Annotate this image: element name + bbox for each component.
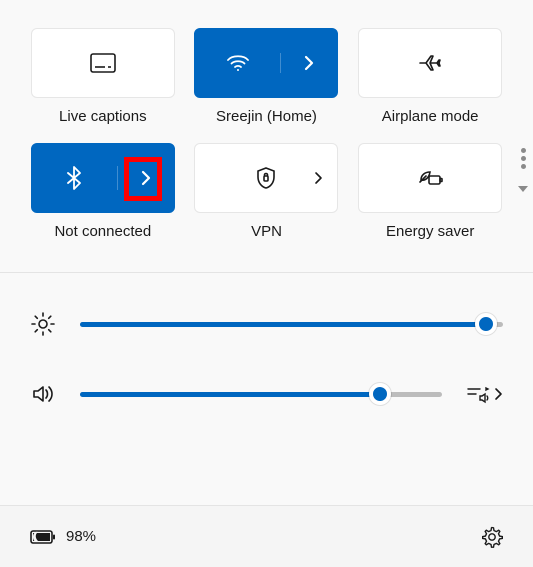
battery-percent: 98% <box>66 528 96 545</box>
audio-output-icon[interactable] <box>466 384 490 404</box>
brightness-row <box>30 311 503 337</box>
bluetooth-icon <box>66 166 82 190</box>
tile-wrap-bluetooth: Not connected <box>30 143 176 240</box>
wifi-icon <box>226 53 250 73</box>
energy-saver-tile[interactable] <box>358 143 502 213</box>
bluetooth-tile-toggle[interactable] <box>32 166 118 190</box>
brightness-fill <box>80 322 486 327</box>
wifi-tile-toggle[interactable] <box>195 53 281 73</box>
volume-slider[interactable] <box>80 392 442 397</box>
battery-icon <box>30 529 56 545</box>
sliders-section <box>30 273 503 439</box>
bluetooth-tile[interactable] <box>31 143 175 213</box>
wifi-label: Sreejin (Home) <box>216 108 317 125</box>
settings-button[interactable] <box>481 526 503 548</box>
bluetooth-expand-button[interactable] <box>118 169 174 187</box>
vpn-tile[interactable] <box>194 143 338 213</box>
bottom-bar: 98% <box>0 505 533 567</box>
chevron-right-icon[interactable] <box>494 387 503 401</box>
brightness-icon <box>30 311 56 337</box>
bluetooth-label: Not connected <box>54 223 151 240</box>
live-captions-label: Live captions <box>59 108 147 125</box>
wifi-tile[interactable] <box>194 28 338 98</box>
volume-extras <box>466 384 503 404</box>
vpn-label: VPN <box>251 223 282 240</box>
volume-thumb[interactable] <box>369 383 391 405</box>
battery-status[interactable]: 98% <box>30 528 96 545</box>
tile-wrap-live-captions: Live captions <box>30 28 176 125</box>
brightness-thumb[interactable] <box>475 313 497 335</box>
airplane-tile[interactable] <box>358 28 502 98</box>
edge-indicator <box>517 148 529 198</box>
tile-wrap-wifi: Sreejin (Home) <box>194 28 340 125</box>
tile-wrap-vpn: VPN <box>194 143 340 240</box>
speaker-icon <box>31 383 55 405</box>
airplane-icon <box>418 52 442 74</box>
airplane-label: Airplane mode <box>382 108 479 125</box>
energy-label: Energy saver <box>386 223 474 240</box>
chevron-right-icon <box>140 169 152 187</box>
wifi-expand-button[interactable] <box>281 54 337 72</box>
captions-icon <box>90 53 116 73</box>
volume-fill <box>80 392 380 397</box>
brightness-slider[interactable] <box>80 322 503 327</box>
chevron-down-icon[interactable] <box>517 180 529 198</box>
chevron-right-icon[interactable] <box>314 171 323 185</box>
leaf-battery-icon <box>417 168 443 188</box>
tiles-grid: Live captions <box>30 28 503 240</box>
chevron-right-icon <box>303 54 315 72</box>
tile-wrap-airplane: Airplane mode <box>357 28 503 125</box>
volume-row <box>30 383 503 405</box>
quick-settings-panel: Live captions <box>0 0 533 439</box>
shield-lock-icon <box>255 166 277 190</box>
live-captions-tile[interactable] <box>31 28 175 98</box>
tile-wrap-energy: Energy saver <box>357 143 503 240</box>
